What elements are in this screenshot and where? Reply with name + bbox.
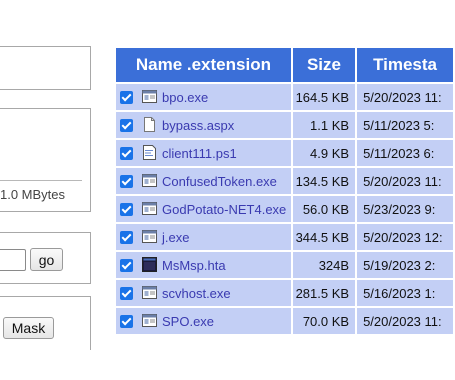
file-size: 344.5 KB [292,224,356,250]
exe-icon [142,201,157,216]
file-size: 324B [292,252,356,278]
file-name-link[interactable]: GodPotato-NET4.exe [162,202,286,217]
file-name-link[interactable]: ConfusedToken.exe [162,174,277,189]
file-timestamp: 5/19/2023 2: [357,252,453,278]
row-checkbox[interactable] [120,203,133,216]
table-header-row: Name .extension Size Timesta [116,48,453,82]
blank-file-icon [142,117,157,132]
hta-app-icon [142,257,157,272]
file-size: 134.5 KB [292,168,356,194]
table-row[interactable]: client111.ps1 4.9 KB 5/11/2023 6: [116,140,453,166]
divider [0,180,82,181]
table-row[interactable]: bypass.aspx 1.1 KB 5/11/2023 5: [116,112,453,138]
command-input[interactable] [0,249,26,271]
file-timestamp: 5/20/2023 11: [357,168,453,194]
name-cell: SPO.exe [116,308,291,334]
table-row[interactable]: SPO.exe 70.0 KB 5/20/2023 11: [116,308,453,334]
file-table: Name .extension Size Timesta bpo.exe 164.… [114,46,455,336]
name-cell: j.exe [116,224,291,250]
table-row[interactable]: j.exe 344.5 KB 5/20/2023 12: [116,224,453,250]
file-name-link[interactable]: bpo.exe [162,90,208,105]
file-timestamp: 5/20/2023 12: [357,224,453,250]
file-name-link[interactable]: MsMsp.hta [162,258,226,273]
file-timestamp: 5/20/2023 11: [357,84,453,110]
row-checkbox[interactable] [120,231,133,244]
file-size: 4.9 KB [292,140,356,166]
go-button[interactable]: go [30,248,63,271]
file-timestamp: 5/11/2023 6: [357,140,453,166]
exe-icon [142,229,157,244]
table-row[interactable]: GodPotato-NET4.exe 56.0 KB 5/23/2023 9: [116,196,453,222]
column-header-size[interactable]: Size [292,48,356,82]
file-name-link[interactable]: SPO.exe [162,314,214,329]
column-header-name[interactable]: Name .extension [116,48,291,82]
name-cell: client111.ps1 [116,140,291,166]
name-cell: bypass.aspx [116,112,291,138]
upload-panel [0,46,91,90]
row-checkbox[interactable] [120,259,133,272]
name-cell: GodPotato-NET4.exe [116,196,291,222]
file-name-link[interactable]: client111.ps1 [162,146,237,161]
exe-icon [142,89,157,104]
file-size: 164.5 KB [292,84,356,110]
file-size: 70.0 KB [292,308,356,334]
column-header-timestamp[interactable]: Timesta [357,48,453,82]
row-checkbox[interactable] [120,315,133,328]
file-name-link[interactable]: bypass.aspx [162,118,234,133]
file-timestamp: 5/20/2023 11: [357,308,453,334]
size-limit-label: 1.0 MBytes [0,187,66,202]
file-timestamp: 5/11/2023 5: [357,112,453,138]
name-cell: bpo.exe [116,84,291,110]
file-size: 281.5 KB [292,280,356,306]
file-size: 56.0 KB [292,196,356,222]
script-file-icon [142,145,157,160]
exe-icon [142,285,157,300]
exe-icon [142,173,157,188]
name-cell: ConfusedToken.exe [116,168,291,194]
table-row[interactable]: MsMsp.hta 324B 5/19/2023 2: [116,252,453,278]
table-row[interactable]: ConfusedToken.exe 134.5 KB 5/20/2023 11: [116,168,453,194]
mask-button[interactable]: Mask [3,317,54,339]
name-cell: MsMsp.hta [116,252,291,278]
exe-icon [142,313,157,328]
file-name-link[interactable]: j.exe [162,230,189,245]
file-name-link[interactable]: scvhost.exe [162,286,231,301]
row-checkbox[interactable] [120,175,133,188]
file-timestamp: 5/23/2023 9: [357,196,453,222]
file-timestamp: 5/16/2023 1: [357,280,453,306]
row-checkbox[interactable] [120,287,133,300]
name-cell: scvhost.exe [116,280,291,306]
table-row[interactable]: scvhost.exe 281.5 KB 5/16/2023 1: [116,280,453,306]
file-size: 1.1 KB [292,112,356,138]
file-rows: bpo.exe 164.5 KB 5/20/2023 11: bypass.aspx 1… [116,84,453,334]
table-row[interactable]: bpo.exe 164.5 KB 5/20/2023 11: [116,84,453,110]
row-checkbox[interactable] [120,147,133,160]
row-checkbox[interactable] [120,91,133,104]
row-checkbox[interactable] [120,119,133,132]
